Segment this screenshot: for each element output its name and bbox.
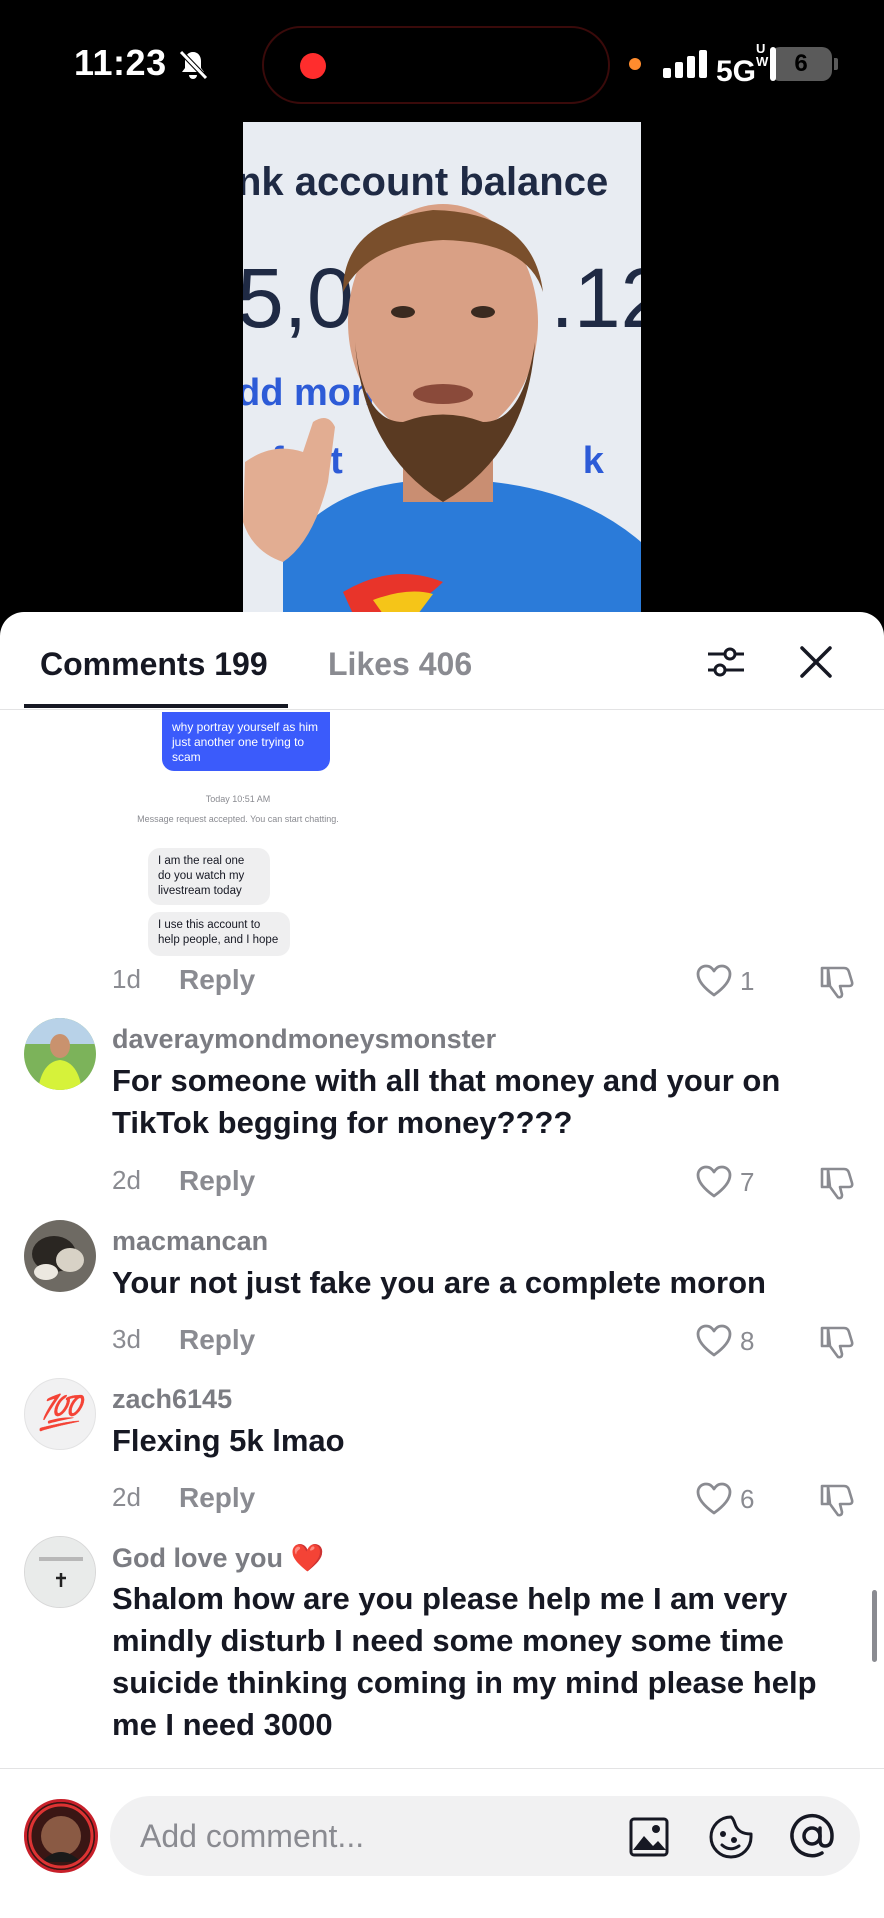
- my-avatar[interactable]: [24, 1799, 98, 1873]
- heart-icon[interactable]: [696, 1324, 732, 1358]
- comment-age: 2d: [112, 1165, 141, 1195]
- video-person-figure: [243, 204, 641, 614]
- comment-text: Your not just fake you are a complete mo…: [112, 1265, 766, 1300]
- bell-slash-icon: [179, 50, 208, 80]
- recording-indicator: [300, 53, 326, 79]
- mention-icon[interactable]: [788, 1812, 836, 1860]
- status-bar: 11:23 5GUW 6: [0, 0, 884, 120]
- comment-text: For someone with all that money and your…: [112, 1063, 781, 1140]
- network-superscript: UW: [756, 41, 769, 69]
- hundred-points-emoji: 💯: [38, 1394, 82, 1432]
- comments-sheet: Comments 199 Likes 406 why portray yours…: [0, 612, 884, 1918]
- comment-actions: 2d Reply 6: [112, 1482, 854, 1518]
- image-message-gray-2: I use this account to help people, and I…: [148, 912, 290, 956]
- like-count: 7: [740, 1167, 755, 1197]
- like-count: 1: [740, 966, 755, 996]
- avatar[interactable]: [24, 1536, 96, 1608]
- network-type: 5GUW: [716, 41, 769, 88]
- comment-actions: 1d Reply 1: [112, 964, 854, 1000]
- scrollbar[interactable]: [872, 1590, 877, 1662]
- privacy-indicator: [629, 58, 641, 70]
- sticker-icon[interactable]: [708, 1814, 754, 1860]
- reply-button[interactable]: Reply: [179, 1482, 255, 1514]
- reply-button[interactable]: Reply: [179, 1165, 255, 1197]
- like-count: 8: [740, 1326, 755, 1356]
- dynamic-island: [262, 26, 610, 104]
- dislike-icon[interactable]: [818, 964, 854, 1000]
- heart-icon[interactable]: [696, 964, 732, 998]
- image-icon[interactable]: [628, 1816, 670, 1858]
- battery-percent: 6: [794, 50, 808, 77]
- video-player[interactable]: nk account balance 5,04.12 dd mone fer t…: [243, 122, 641, 614]
- like-count: 6: [740, 1484, 755, 1514]
- dislike-icon[interactable]: [818, 1165, 854, 1201]
- dislike-icon[interactable]: [818, 1324, 854, 1360]
- comment-input[interactable]: [140, 1796, 600, 1876]
- tab-bar: Comments 199 Likes 406: [0, 612, 884, 710]
- reply-button[interactable]: Reply: [179, 1324, 255, 1356]
- heart-icon[interactable]: [696, 1482, 732, 1516]
- image-message-note: Message request accepted. You can start …: [137, 814, 339, 824]
- tab-comments[interactable]: Comments 199: [40, 646, 268, 683]
- heart-icon[interactable]: [696, 1165, 732, 1199]
- image-message-gray-1: I am the real one do you watch my livest…: [148, 848, 270, 905]
- comment-composer: [0, 1768, 884, 1918]
- comment-image[interactable]: why portray yourself as him just another…: [128, 712, 348, 956]
- comment-age: 3d: [112, 1324, 141, 1354]
- comment-age: 1d: [112, 964, 141, 994]
- active-tab-indicator: [24, 704, 288, 708]
- comment-actions: 2d Reply 7: [112, 1165, 854, 1201]
- avatar[interactable]: [24, 1018, 96, 1090]
- dislike-icon[interactable]: [818, 1482, 854, 1518]
- comment-input-container: [110, 1796, 860, 1876]
- tab-likes[interactable]: Likes 406: [328, 646, 472, 683]
- signal-icon: [663, 50, 709, 78]
- reply-button[interactable]: Reply: [179, 964, 255, 996]
- avatar[interactable]: [24, 1220, 96, 1292]
- comment-username[interactable]: macmancan: [112, 1226, 268, 1257]
- comment-text: Flexing 5k lmao: [112, 1423, 345, 1458]
- comment-username[interactable]: daveraymondmoneysmonster: [112, 1024, 496, 1055]
- avatar[interactable]: 💯: [24, 1378, 96, 1450]
- status-time: 11:23: [74, 42, 167, 83]
- comment-actions: 3d Reply 8: [112, 1324, 854, 1360]
- comment-username[interactable]: zach6145: [112, 1384, 232, 1415]
- comment-text: Shalom how are you please help me I am v…: [112, 1581, 817, 1742]
- image-message-time: Today 10:51 AM: [205, 794, 271, 804]
- comment-age: 2d: [112, 1482, 141, 1512]
- filter-icon[interactable]: [706, 642, 746, 682]
- image-message-blue: why portray yourself as him just another…: [162, 712, 330, 771]
- comment-username[interactable]: God love you ❤️: [112, 1542, 324, 1574]
- battery-icon: 6: [770, 47, 838, 81]
- close-icon[interactable]: [796, 642, 836, 682]
